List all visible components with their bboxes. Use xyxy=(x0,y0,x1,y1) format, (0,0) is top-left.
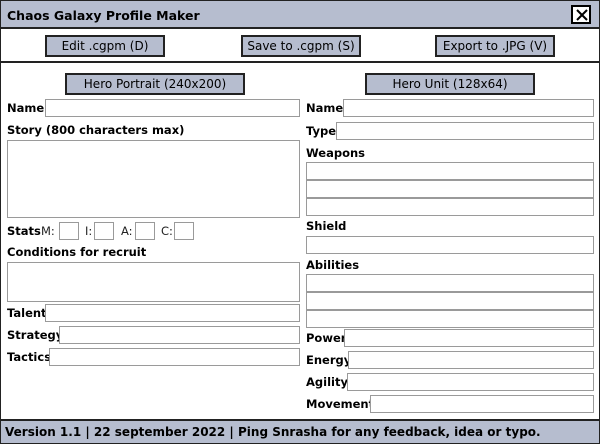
shield-input[interactable] xyxy=(306,236,594,254)
energy-input[interactable] xyxy=(348,351,594,369)
hero-name-label: Name xyxy=(7,101,45,115)
title-bar: Chaos Galaxy Profile Maker xyxy=(1,1,599,29)
stat-m-input[interactable] xyxy=(59,222,79,240)
weapon-2-input[interactable] xyxy=(306,180,594,198)
agility-label: Agility xyxy=(306,375,348,389)
type-label: Type xyxy=(306,124,337,138)
movement-label: Movement xyxy=(306,397,375,411)
power-label: Power xyxy=(306,331,347,345)
version-text: Version 1.1 | 22 september 2022 | Ping S… xyxy=(5,425,541,439)
hero-unit-button[interactable]: Hero Unit (128x64) xyxy=(365,73,535,95)
stat-a-input[interactable] xyxy=(135,222,155,240)
shield-label: Shield xyxy=(306,219,347,233)
ability-1-input[interactable] xyxy=(306,274,594,292)
tactics-input[interactable] xyxy=(49,348,300,366)
strategy-input[interactable] xyxy=(59,326,300,344)
conditions-label: Conditions for recruit xyxy=(7,245,147,259)
stats-label: Stats xyxy=(7,224,41,238)
type-input[interactable] xyxy=(336,122,594,140)
story-label: Story (800 characters max) xyxy=(7,123,185,137)
stat-i-label: I: xyxy=(85,224,93,238)
weapons-label: Weapons xyxy=(306,146,365,160)
ability-2-input[interactable] xyxy=(306,292,594,310)
talent-label: Talent xyxy=(7,306,47,320)
strategy-label: Strategy xyxy=(7,328,64,342)
stat-c-label: C: xyxy=(161,224,173,238)
weapon-1-input[interactable] xyxy=(306,162,594,180)
energy-label: Energy xyxy=(306,353,352,367)
export-button[interactable]: Export to .JPG (V) xyxy=(435,35,555,57)
stat-c-input[interactable] xyxy=(174,222,194,240)
weapon-3-input[interactable] xyxy=(306,198,594,216)
status-bar: Version 1.1 | 22 september 2022 | Ping S… xyxy=(1,419,599,443)
unit-name-input[interactable] xyxy=(343,99,594,117)
hero-portrait-button[interactable]: Hero Portrait (240x200) xyxy=(65,73,245,95)
talent-input[interactable] xyxy=(45,304,300,322)
close-icon xyxy=(576,9,588,21)
unit-name-label: Name xyxy=(306,101,344,115)
power-input[interactable] xyxy=(344,329,594,347)
toolbar: Edit .cgpm (D) Save to .cgpm (S) Export … xyxy=(1,31,599,63)
agility-input[interactable] xyxy=(347,373,594,391)
hero-name-input[interactable] xyxy=(45,99,300,117)
stat-a-label: A: xyxy=(121,224,133,238)
app-window: Chaos Galaxy Profile Maker Edit .cgpm (D… xyxy=(0,0,600,444)
stat-m-label: M: xyxy=(41,224,55,238)
window-title: Chaos Galaxy Profile Maker xyxy=(7,8,200,23)
stat-i-input[interactable] xyxy=(94,222,114,240)
story-textarea[interactable] xyxy=(7,140,300,218)
tactics-label: Tactics xyxy=(7,350,52,364)
conditions-textarea[interactable] xyxy=(7,262,300,302)
edit-button[interactable]: Edit .cgpm (D) xyxy=(45,35,165,57)
movement-input[interactable] xyxy=(370,395,594,413)
abilities-label: Abilities xyxy=(306,258,360,272)
save-button[interactable]: Save to .cgpm (S) xyxy=(241,35,361,57)
close-button[interactable] xyxy=(571,5,591,24)
ability-3-input[interactable] xyxy=(306,310,594,328)
